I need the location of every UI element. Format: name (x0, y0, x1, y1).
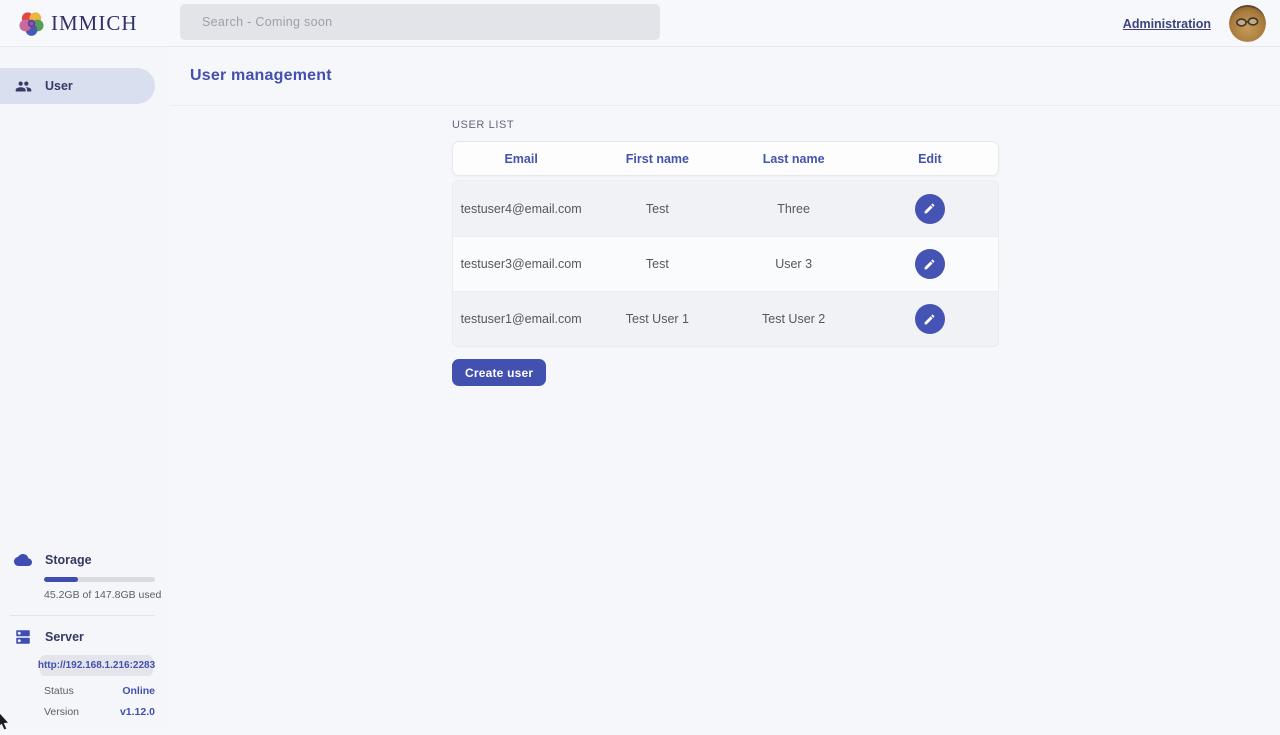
users-group-icon (15, 78, 32, 95)
table-header-row: Email First name Last name Edit (452, 141, 999, 176)
cell-last-name: Test User 2 (726, 312, 862, 326)
cell-email: testuser1@email.com (453, 312, 589, 326)
server-status-row: Status Online (44, 685, 155, 697)
storage-usage-text: 45.2GB of 147.8GB used (44, 589, 170, 601)
create-user-button[interactable]: Create user (452, 359, 546, 386)
search-input[interactable] (202, 15, 622, 29)
server-icon (14, 628, 32, 646)
sidebar-divider (10, 615, 155, 616)
cloud-icon (14, 551, 32, 569)
pencil-icon (923, 202, 936, 215)
sidebar-item-user[interactable]: User (0, 68, 155, 104)
pencil-icon (923, 313, 936, 326)
column-header-email: Email (453, 152, 589, 166)
administration-link[interactable]: Administration (1123, 17, 1211, 31)
cell-email: testuser4@email.com (453, 202, 589, 216)
storage-progress-fill (44, 577, 78, 582)
column-header-edit: Edit (862, 152, 998, 166)
top-bar: IMMICH Administration (0, 0, 1280, 47)
table-row: testuser3@email.com Test User 3 (453, 236, 998, 291)
logo-wordmark: IMMICH (51, 11, 138, 36)
status-value: Online (122, 685, 155, 697)
cell-last-name: User 3 (726, 257, 862, 271)
cell-first-name: Test (589, 202, 725, 216)
user-list-section: USER LIST Email First name Last name Edi… (452, 119, 999, 386)
cell-email: testuser3@email.com (453, 257, 589, 271)
server-title: Server (45, 630, 84, 644)
immich-flower-icon (18, 10, 45, 37)
server-url: http://192.168.1.216:2283 (38, 660, 155, 671)
status-label: Status (44, 685, 74, 697)
server-version-row: Version v1.12.0 (44, 706, 155, 718)
edit-user-button[interactable] (915, 304, 945, 334)
cell-first-name: Test (589, 257, 725, 271)
main-area: User management USER LIST Email First na… (170, 47, 1280, 730)
cell-last-name: Three (726, 202, 862, 216)
edit-user-button[interactable] (915, 249, 945, 279)
page-header: User management (170, 47, 1280, 106)
pencil-icon (923, 258, 936, 271)
version-label: Version (44, 706, 79, 718)
sidebar-item-user-label: User (45, 79, 73, 93)
storage-progress-bar (44, 577, 155, 582)
edit-user-button[interactable] (915, 194, 945, 224)
user-table: testuser4@email.com Test Three (452, 180, 999, 347)
sidebar: User Storage 45.2GB of 147.8GB used (0, 47, 170, 730)
server-section-title: Server (0, 628, 170, 646)
sidebar-footer: Storage 45.2GB of 147.8GB used Server ht… (0, 551, 170, 730)
table-row: testuser4@email.com Test Three (453, 181, 998, 236)
table-row: testuser1@email.com Test User 1 Test Use… (453, 291, 998, 346)
immich-logo[interactable]: IMMICH (18, 10, 174, 37)
column-header-last-name: Last name (726, 152, 862, 166)
user-list-label: USER LIST (452, 119, 999, 131)
version-value: v1.12.0 (120, 706, 155, 718)
server-url-badge: http://192.168.1.216:2283 (40, 655, 153, 676)
user-avatar[interactable] (1229, 5, 1266, 42)
storage-section-title: Storage (0, 551, 170, 569)
page-title: User management (190, 67, 332, 85)
cell-first-name: Test User 1 (589, 312, 725, 326)
search-bar[interactable] (180, 4, 660, 40)
column-header-first-name: First name (589, 152, 725, 166)
storage-title: Storage (45, 553, 92, 567)
